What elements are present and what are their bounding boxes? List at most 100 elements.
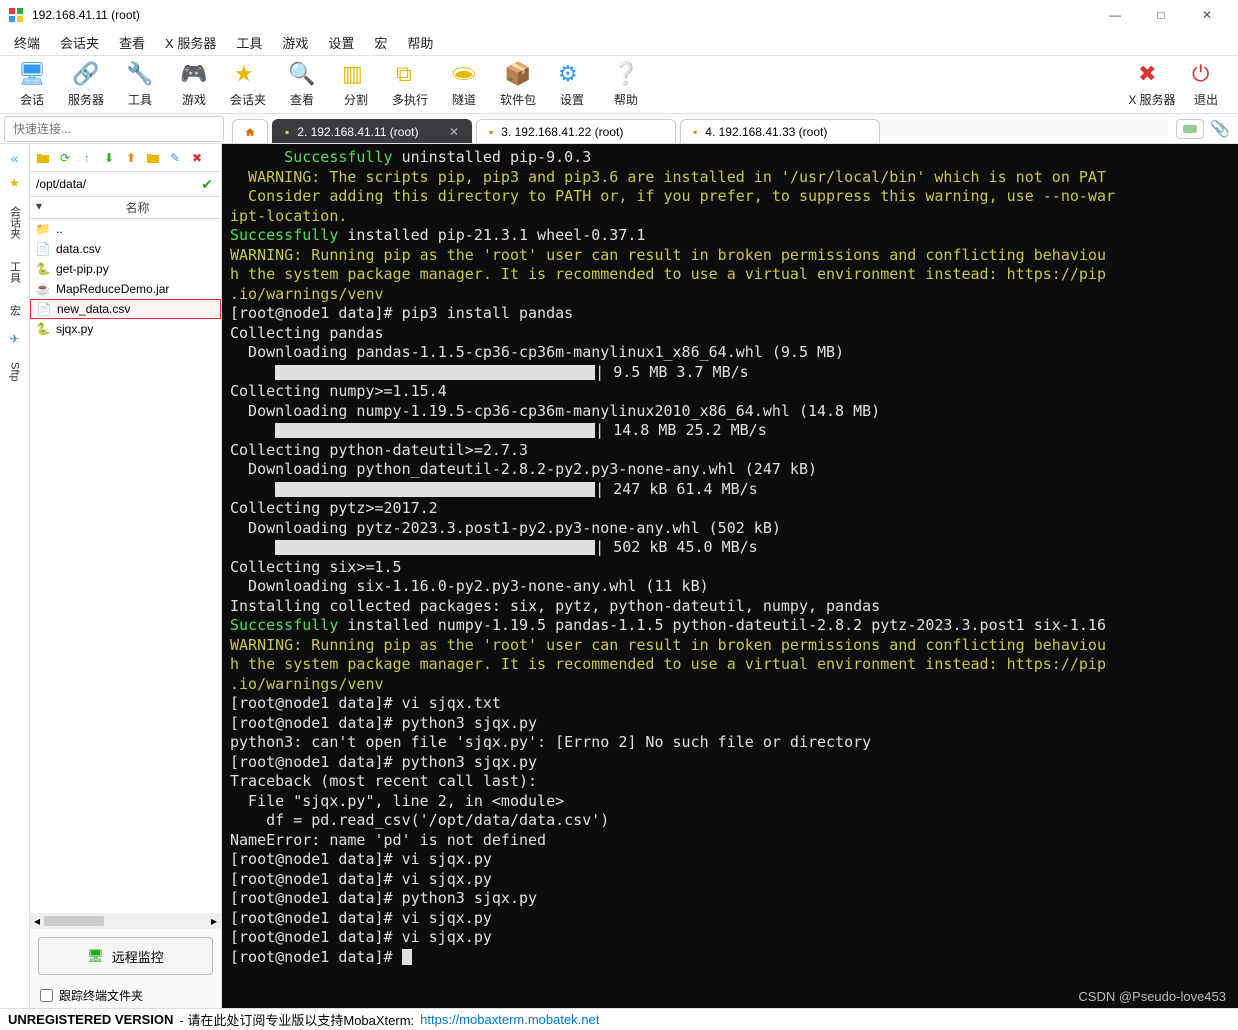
terminal-icon: ▪: [489, 125, 493, 139]
file-icon: ☕: [36, 282, 50, 296]
session-tabs: ▪2. 192.168.41.11 (root)✕▪3. 192.168.41.…: [228, 114, 1168, 143]
file-row[interactable]: 🐍get-pip.py: [30, 259, 221, 279]
col-name[interactable]: 名称: [126, 199, 216, 216]
monitor-icon: 🖥: [87, 948, 104, 964]
tools-icon: 🔧: [126, 61, 154, 89]
newfile-icon[interactable]: ✎: [166, 149, 184, 167]
settings-icon: ⚙: [558, 61, 586, 89]
toolbar-multiexec[interactable]: ⧉多执行: [384, 58, 436, 112]
menu-2[interactable]: 查看: [111, 30, 153, 55]
menu-3[interactable]: X 服务器: [157, 30, 224, 55]
left-tabs: « ★ 会话夹 工具 宏 ✈ Sftp: [0, 144, 30, 1008]
menu-0[interactable]: 终端: [6, 30, 48, 55]
file-row[interactable]: ☕MapReduceDemo.jar: [30, 279, 221, 299]
file-icon: 📄: [37, 302, 51, 316]
toolbar-help[interactable]: ❔帮助: [600, 58, 652, 112]
view-icon: 🔍: [288, 61, 316, 89]
titlebar: 192.168.41.11 (root) — □ ✕: [0, 0, 1238, 30]
upload-icon[interactable]: ⬆: [122, 149, 140, 167]
sftp-toolbar: ⟳ ↑ ⬇ ⬆ ✎ ✖: [30, 144, 221, 172]
split-icon: ▥: [342, 61, 370, 89]
list-header[interactable]: ▾ 名称: [30, 197, 221, 219]
toolbar-packages[interactable]: 📦软件包: [492, 58, 544, 112]
statusbar: UNREGISTERED VERSION - 请在此处订阅专业版以支持MobaX…: [0, 1008, 1238, 1030]
server-status-icon[interactable]: [1176, 119, 1204, 139]
follow-checkbox-input[interactable]: [40, 989, 53, 1002]
packages-icon: 📦: [504, 61, 532, 89]
app-icon: [8, 7, 24, 23]
quick-tabs-row: ▪2. 192.168.41.11 (root)✕▪3. 192.168.41.…: [0, 114, 1238, 144]
minimize-button[interactable]: —: [1092, 0, 1138, 30]
toolbar-settings[interactable]: ⚙设置: [546, 58, 598, 112]
maximize-button[interactable]: □: [1138, 0, 1184, 30]
mobaxterm-link[interactable]: https://mobaxterm.mobatek.net: [420, 1012, 599, 1027]
multiexec-icon: ⧉: [396, 61, 424, 89]
toolbar-session-folder[interactable]: ★会话夹: [222, 58, 274, 112]
main-area: « ★ 会话夹 工具 宏 ✈ Sftp ⟳ ↑ ⬇ ⬆ ✎ ✖ ✔ ▾ 名称 📁…: [0, 144, 1238, 1008]
newfolder-icon[interactable]: [144, 149, 162, 167]
session-icon: 🖥: [18, 61, 46, 89]
terminal[interactable]: Successfully uninstalled pip-9.0.3 WARNI…: [222, 144, 1238, 1008]
menu-5[interactable]: 游戏: [274, 30, 316, 55]
sidetab-tools[interactable]: 工具: [7, 255, 23, 289]
menu-1[interactable]: 会话夹: [52, 30, 107, 55]
tab-2[interactable]: ▪4. 192.168.41.33 (root): [680, 119, 880, 143]
sidebar-star-icon[interactable]: ★: [9, 176, 20, 190]
download-icon[interactable]: ⬇: [100, 149, 118, 167]
main-toolbar: 🖥会话🔗服务器🔧工具🎮游戏★会话夹🔍查看▥分割⧉多执行🕳隧道📦软件包⚙设置❔帮助…: [0, 56, 1238, 114]
watermark: CSDN @Pseudo-love453: [1078, 989, 1226, 1004]
file-row[interactable]: 📄new_data.csv: [30, 299, 221, 319]
refresh-icon[interactable]: ⟳: [56, 149, 74, 167]
tunnel-icon: 🕳: [450, 61, 478, 89]
menu-7[interactable]: 宏: [366, 30, 395, 55]
games-icon: 🎮: [180, 61, 208, 89]
file-row[interactable]: 🐍sjqx.py: [30, 319, 221, 339]
toolbar-xserver[interactable]: ✖X 服务器: [1126, 58, 1178, 112]
toolbar-split[interactable]: ▥分割: [330, 58, 382, 112]
session-folder-icon: ★: [234, 61, 262, 89]
window-title: 192.168.41.11 (root): [32, 8, 1092, 22]
toolbar-tools[interactable]: 🔧工具: [114, 58, 166, 112]
terminal-icon: ▪: [693, 125, 697, 139]
menubar: 终端会话夹查看X 服务器工具游戏设置宏帮助: [0, 30, 1238, 56]
server-icon: 🔗: [72, 61, 100, 89]
xserver-icon: ✖: [1138, 61, 1166, 89]
toolbar-exit[interactable]: ⏻退出: [1180, 58, 1232, 112]
up-icon[interactable]: ↑: [78, 149, 96, 167]
tab-0[interactable]: ▪2. 192.168.41.11 (root)✕: [272, 119, 472, 143]
toolbar-server[interactable]: 🔗服务器: [60, 58, 112, 112]
folder-icon[interactable]: [34, 149, 52, 167]
sidetab-sftp[interactable]: Sftp: [9, 356, 21, 388]
toolbar-view[interactable]: 🔍查看: [276, 58, 328, 112]
path-ok-icon: ✔: [197, 176, 217, 193]
toolbar-tunnel[interactable]: 🕳隧道: [438, 58, 490, 112]
file-list: 📁..📄data.csv🐍get-pip.py☕MapReduceDemo.ja…: [30, 219, 221, 913]
close-button[interactable]: ✕: [1184, 0, 1230, 30]
sidetab-session[interactable]: 会话夹: [7, 200, 23, 245]
follow-terminal-checkbox[interactable]: 跟踪终端文件夹: [30, 983, 221, 1008]
file-icon: 📁: [36, 222, 50, 236]
tab-close-icon[interactable]: ✕: [449, 125, 459, 139]
scrollbar-horizontal[interactable]: ◂▸: [30, 913, 221, 929]
home-tab[interactable]: [232, 119, 268, 143]
file-icon: 🐍: [36, 262, 50, 276]
sftp-panel: ⟳ ↑ ⬇ ⬆ ✎ ✖ ✔ ▾ 名称 📁..📄data.csv🐍get-pip.…: [30, 144, 222, 1008]
collapse-icon[interactable]: «: [11, 150, 19, 166]
sidetab-sftp-icon[interactable]: ✈: [9, 332, 19, 346]
sidetab-macro[interactable]: 宏: [7, 299, 23, 322]
toolbar-games[interactable]: 🎮游戏: [168, 58, 220, 112]
menu-6[interactable]: 设置: [320, 30, 362, 55]
file-row[interactable]: 📄data.csv: [30, 239, 221, 259]
quick-connect-input[interactable]: [4, 116, 224, 142]
delete-icon[interactable]: ✖: [188, 149, 206, 167]
tab-1[interactable]: ▪3. 192.168.41.22 (root): [476, 119, 676, 143]
toolbar-session[interactable]: 🖥会话: [6, 58, 58, 112]
menu-4[interactable]: 工具: [228, 30, 270, 55]
exit-icon: ⏻: [1192, 61, 1220, 89]
remote-monitor-button[interactable]: 🖥 远程监控: [38, 937, 213, 975]
path-input[interactable]: [34, 175, 197, 193]
file-row[interactable]: 📁..: [30, 219, 221, 239]
sftp-path: ✔: [30, 172, 221, 197]
attach-icon[interactable]: 📎: [1210, 119, 1230, 139]
menu-8[interactable]: 帮助: [399, 30, 441, 55]
